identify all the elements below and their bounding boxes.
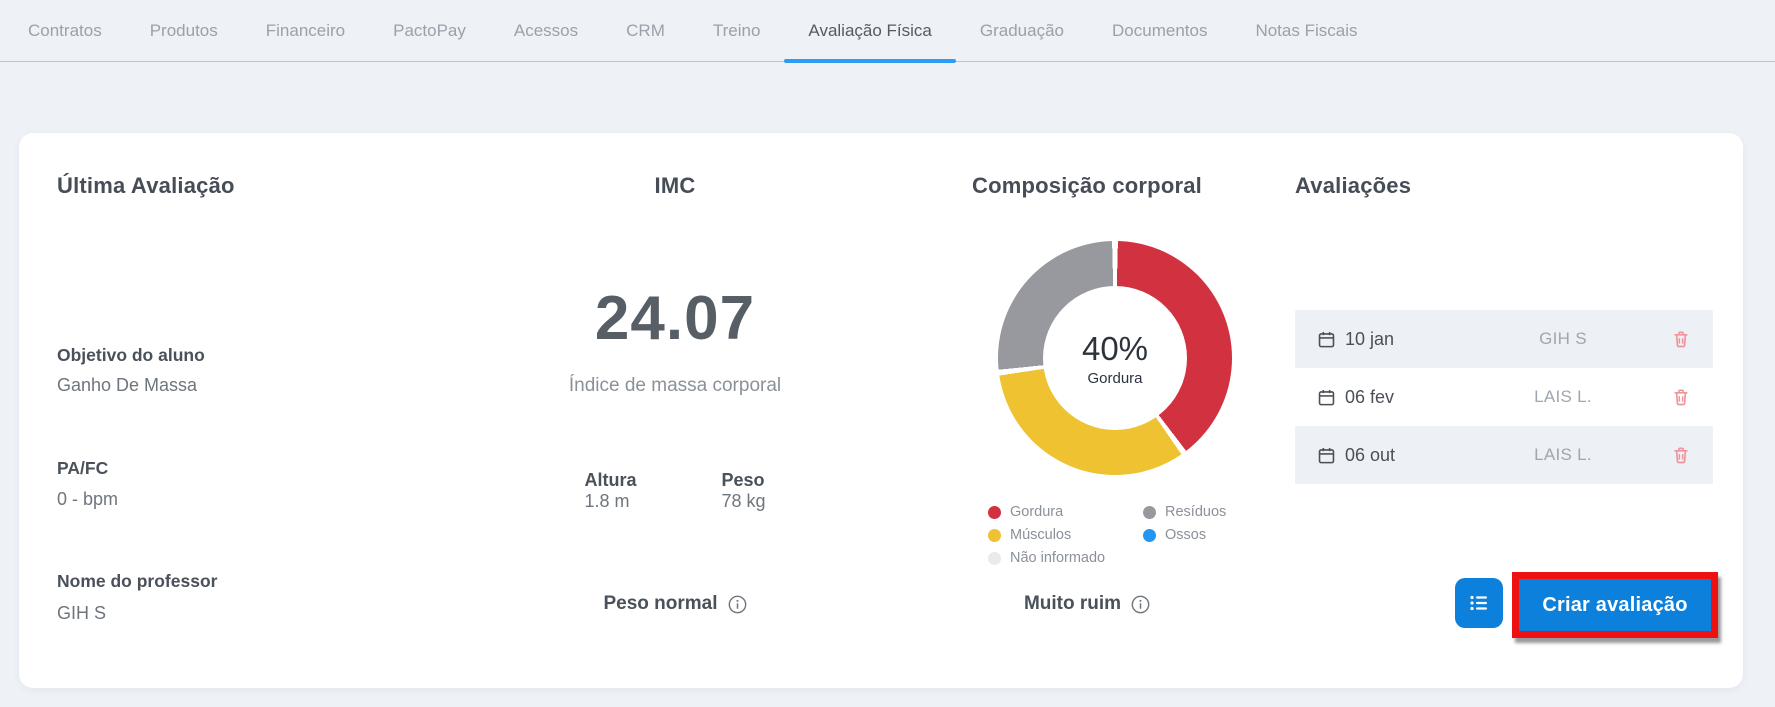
evaluation-row[interactable]: 06 fev LAIS L.: [1295, 368, 1713, 426]
musculos-dot: [988, 529, 1001, 542]
residuos-dot: [1143, 506, 1156, 519]
pa-fc-value: 0 - bpm: [57, 489, 118, 510]
professor-name-value: GIH S: [57, 603, 106, 624]
professor-name-label: Nome do professor: [57, 571, 217, 592]
legend-item-ossos: Ossos: [1143, 527, 1226, 543]
tab-graduacao[interactable]: Graduação: [956, 0, 1088, 62]
evaluation-row[interactable]: 06 out LAIS L.: [1295, 426, 1713, 484]
imc-status-row: Peso normal: [460, 593, 890, 615]
evaluation-professor: LAIS L.: [1467, 387, 1659, 407]
info-icon[interactable]: [1131, 595, 1150, 614]
last-evaluation-title: Última Avaliação: [57, 173, 235, 199]
legend-label: Gordura: [1010, 504, 1063, 520]
height-label: Altura: [584, 470, 636, 491]
height-block: Altura 1.8 m: [584, 470, 636, 512]
evaluation-professor: LAIS L.: [1467, 445, 1659, 465]
body-composition-status-text: Muito ruim: [1024, 593, 1121, 615]
nao-informado-dot: [988, 552, 1001, 565]
delete-evaluation-button[interactable]: [1659, 375, 1703, 419]
evaluation-date: 06 fev: [1317, 387, 1467, 408]
donut-center: 40% Gordura: [1043, 286, 1187, 430]
action-highlight-box: Criar avaliação: [1512, 572, 1718, 638]
weight-label: Peso: [721, 470, 765, 491]
height-value: 1.8 m: [584, 491, 636, 512]
imc-title: IMC: [460, 173, 890, 199]
imc-subtitle: Índice de massa corporal: [460, 375, 890, 397]
tab-produtos[interactable]: Produtos: [126, 0, 242, 62]
tab-contratos[interactable]: Contratos: [4, 0, 126, 62]
evaluation-date-text: 06 fev: [1345, 387, 1394, 408]
tab-pactopay[interactable]: PactoPay: [369, 0, 490, 62]
imc-value: 24.07: [460, 283, 890, 354]
student-goal-value: Ganho De Massa: [57, 375, 197, 396]
weight-value: 78 kg: [721, 491, 765, 512]
legend-label: Resíduos: [1165, 504, 1226, 520]
tab-financeiro[interactable]: Financeiro: [242, 0, 369, 62]
body-composition-status-row: Muito ruim: [912, 593, 1262, 615]
tab-notas-fiscais[interactable]: Notas Fiscais: [1231, 0, 1381, 62]
calendar-icon: [1317, 446, 1336, 465]
legend-right-column: Resíduos Ossos: [1143, 504, 1226, 566]
delete-evaluation-button[interactable]: [1659, 433, 1703, 477]
legend-left-column: Gordura Músculos Não informado: [988, 504, 1143, 566]
physical-evaluation-card: Última Avaliação Objetivo do aluno Ganho…: [19, 133, 1743, 688]
ossos-dot: [1143, 529, 1156, 542]
legend-label: Não informado: [1010, 550, 1105, 566]
info-icon[interactable]: [728, 595, 747, 614]
tab-documentos[interactable]: Documentos: [1088, 0, 1231, 62]
evaluation-professor: GIH S: [1467, 329, 1659, 349]
body-composition-donut-chart: 40% Gordura: [998, 241, 1232, 475]
list-icon: [1467, 591, 1491, 615]
pa-fc-label: PA/FC: [57, 458, 108, 479]
evaluation-list-button[interactable]: [1455, 578, 1503, 628]
calendar-icon: [1317, 388, 1336, 407]
evaluations-list: 10 jan GIH S 06 fev LAIS L. 06 out LAIS …: [1295, 310, 1713, 484]
tab-treino[interactable]: Treino: [689, 0, 785, 62]
weight-block: Peso 78 kg: [721, 470, 765, 512]
legend-label: Ossos: [1165, 527, 1206, 543]
legend-item-nao-informado: Não informado: [988, 550, 1143, 566]
tab-crm[interactable]: CRM: [602, 0, 689, 62]
donut-center-label: Gordura: [1087, 370, 1142, 387]
donut-center-value: 40%: [1082, 330, 1148, 368]
imc-status-text: Peso normal: [603, 593, 717, 615]
height-weight-row: Altura 1.8 m Peso 78 kg: [460, 470, 890, 512]
delete-evaluation-button[interactable]: [1659, 317, 1703, 361]
tab-avaliacao-fisica[interactable]: Avaliação Física: [784, 0, 955, 62]
legend-label: Músculos: [1010, 527, 1071, 543]
legend-item-gordura: Gordura: [988, 504, 1143, 520]
donut-legend: Gordura Músculos Não informado Resíduos …: [988, 504, 1226, 566]
trash-icon: [1671, 329, 1691, 349]
trash-icon: [1671, 445, 1691, 465]
student-goal-label: Objetivo do aluno: [57, 345, 205, 366]
evaluation-date-text: 06 out: [1345, 445, 1395, 466]
evaluation-date: 06 out: [1317, 445, 1467, 466]
evaluation-row[interactable]: 10 jan GIH S: [1295, 310, 1713, 368]
evaluation-date-text: 10 jan: [1345, 329, 1394, 350]
tab-bar: Contratos Produtos Financeiro PactoPay A…: [0, 0, 1775, 62]
create-evaluation-button[interactable]: Criar avaliação: [1519, 579, 1711, 631]
trash-icon: [1671, 387, 1691, 407]
legend-item-musculos: Músculos: [988, 527, 1143, 543]
tab-acessos[interactable]: Acessos: [490, 0, 602, 62]
body-composition-title: Composição corporal: [912, 173, 1262, 199]
calendar-icon: [1317, 330, 1336, 349]
legend-item-residuos: Resíduos: [1143, 504, 1226, 520]
evaluations-title: Avaliações: [1295, 173, 1411, 199]
evaluation-date: 10 jan: [1317, 329, 1467, 350]
gordura-dot: [988, 506, 1001, 519]
